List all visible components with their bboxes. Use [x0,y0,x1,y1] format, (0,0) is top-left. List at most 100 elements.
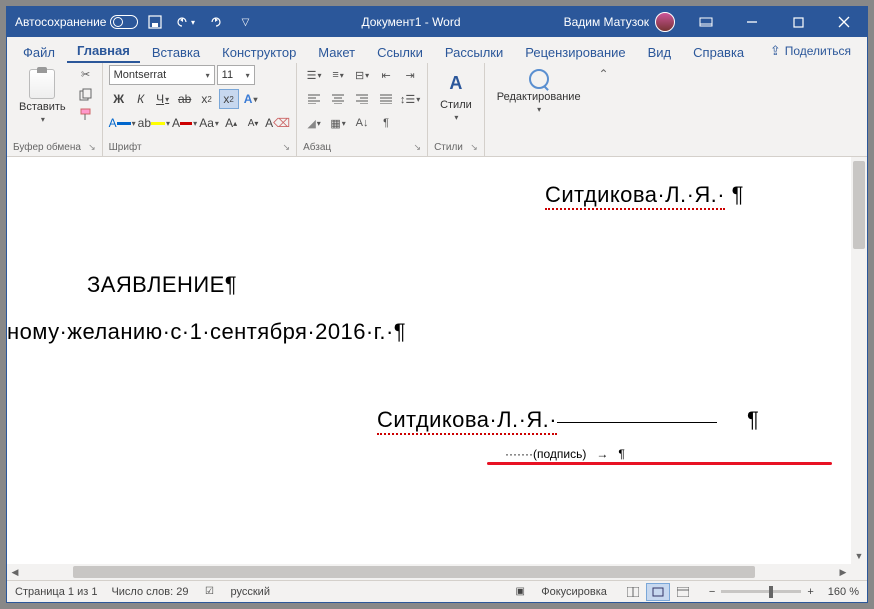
cut-icon[interactable]: ✂ [76,65,96,83]
search-icon [529,69,549,89]
tab-file[interactable]: Файл [13,41,65,63]
tab-review[interactable]: Рецензирование [515,41,635,63]
copy-icon[interactable] [76,85,96,103]
hscroll-thumb[interactable] [73,566,755,578]
annotation-underline [487,462,832,465]
paragraph-launcher-icon[interactable]: ↘ [414,142,422,153]
horizontal-scrollbar[interactable]: ◀ ▶ [7,564,851,580]
format-painter-icon[interactable] [76,105,96,123]
print-layout-icon[interactable] [646,583,670,601]
font-family-combo[interactable]: Montserrat▾ [109,65,215,85]
tab-layout[interactable]: Макет [308,41,365,63]
change-case-button[interactable]: Aa▾ [199,113,219,133]
ribbon: Вставить ▾ ✂ Буфер обмена↘ Montserrat▾ 1… [7,63,867,157]
scroll-left-icon[interactable]: ◀ [7,564,23,580]
user-name: Вадим Матузок [564,15,649,29]
numbering-button[interactable]: ≡▾ [327,65,349,85]
text-effects-button[interactable]: A▾ [241,89,261,109]
share-button[interactable]: ⇪Поделиться [760,39,861,63]
align-right-button[interactable] [351,89,373,109]
status-language[interactable]: русский [231,586,270,598]
window-title: Документ1 - Word [266,15,555,29]
clipboard-launcher-icon[interactable]: ↘ [88,142,96,153]
align-center-button[interactable] [327,89,349,109]
titlebar: Автосохранение ▾ ▽ Документ1 - Word Вади… [7,7,867,37]
paste-icon [29,69,55,99]
focus-icon: ▣ [513,585,527,599]
minimize-button[interactable] [729,7,775,37]
avatar[interactable] [655,12,675,32]
tab-home[interactable]: Главная [67,39,140,63]
doc-sig-label: ·······(подпись) → [505,447,625,461]
editing-button[interactable]: Редактирование▾ [491,65,587,118]
group-font-label: Шрифт [109,142,142,153]
show-marks-button[interactable]: ¶ [375,113,397,133]
font-launcher-icon[interactable]: ↘ [283,142,291,153]
status-words[interactable]: Число слов: 29 [111,586,188,598]
bold-button[interactable]: Ж [109,89,129,109]
tab-design[interactable]: Конструктор [212,41,306,63]
doc-body-line: ному·желанию·с·1·сентября·2016·г.· [7,319,406,345]
strikethrough-button[interactable]: ab [175,89,195,109]
vertical-scrollbar[interactable]: ▲ ▼ [851,157,867,564]
zoom-slider[interactable]: − + [709,586,814,598]
justify-button[interactable] [375,89,397,109]
borders-button[interactable]: ▦▾ [327,113,349,133]
highlight-button[interactable]: ab▾ [138,113,170,133]
document-area[interactable]: Ситдикова·Л.·Я.· ЗАЯВЛЕНИЕ ному·желанию·… [7,157,867,580]
save-icon[interactable] [142,7,168,37]
read-mode-icon[interactable] [621,583,645,601]
increase-indent-button[interactable]: ⇥ [399,65,421,85]
undo-icon[interactable]: ▾ [172,7,198,37]
underline-button[interactable]: Ч▾ [153,89,173,109]
statusbar: Страница 1 из 1 Число слов: 29 ☑ русский… [7,580,867,602]
italic-button[interactable]: К [131,89,151,109]
doc-author-top: Ситдикова·Л.·Я.· [545,182,725,210]
tab-help[interactable]: Справка [683,41,754,63]
tab-insert[interactable]: Вставка [142,41,210,63]
line-spacing-button[interactable]: ↕☰▾ [399,89,421,109]
shrink-font-button[interactable]: A▾ [243,113,263,133]
font-color-button[interactable]: A▾ [172,113,197,133]
close-button[interactable] [821,7,867,37]
zoom-out-icon[interactable]: − [709,586,715,598]
scroll-thumb[interactable] [853,161,865,249]
subscript-button[interactable]: x2 [197,89,217,109]
styles-button[interactable]: A Стили▾ [434,65,478,126]
maximize-button[interactable] [775,7,821,37]
zoom-level[interactable]: 160 % [828,586,859,598]
tab-view[interactable]: Вид [638,41,682,63]
sort-button[interactable]: A↓ [351,113,373,133]
redo-icon[interactable] [202,7,228,37]
superscript-button[interactable]: x2 [219,89,239,109]
align-left-button[interactable] [303,89,325,109]
font-size-combo[interactable]: 11▾ [217,65,255,85]
autosave-toggle[interactable] [110,15,138,29]
paste-button[interactable]: Вставить ▾ [13,65,72,128]
tab-references[interactable]: Ссылки [367,41,433,63]
shading-button[interactable]: ◢▾ [303,113,325,133]
collapse-ribbon-icon[interactable]: ⌃ [593,63,615,156]
ribbon-tabs: Файл Главная Вставка Конструктор Макет С… [7,37,867,63]
ribbon-display-icon[interactable] [683,7,729,37]
group-paragraph-label: Абзац [303,142,331,153]
font-color-fill-button[interactable]: A▾ [109,113,136,133]
bullets-button[interactable]: ☰▾ [303,65,325,85]
qat-more-icon[interactable]: ▽ [232,7,258,37]
grow-font-button[interactable]: A▴ [221,113,241,133]
spellcheck-icon[interactable]: ☑ [203,585,217,599]
group-styles-label: Стили [434,142,463,153]
doc-heading: ЗАЯВЛЕНИЕ [87,272,225,297]
zoom-in-icon[interactable]: + [807,586,813,598]
status-page[interactable]: Страница 1 из 1 [15,586,97,598]
status-focus[interactable]: Фокусировка [541,586,607,598]
tab-mailings[interactable]: Рассылки [435,41,513,63]
decrease-indent-button[interactable]: ⇤ [375,65,397,85]
multilevel-button[interactable]: ⊟▾ [351,65,373,85]
web-layout-icon[interactable] [671,583,695,601]
autosave-label: Автосохранение [15,15,106,29]
scroll-down-icon[interactable]: ▼ [851,548,867,564]
scroll-right-icon[interactable]: ▶ [835,564,851,580]
clear-formatting-button[interactable]: A⌫ [265,113,290,133]
styles-launcher-icon[interactable]: ↘ [470,142,478,153]
